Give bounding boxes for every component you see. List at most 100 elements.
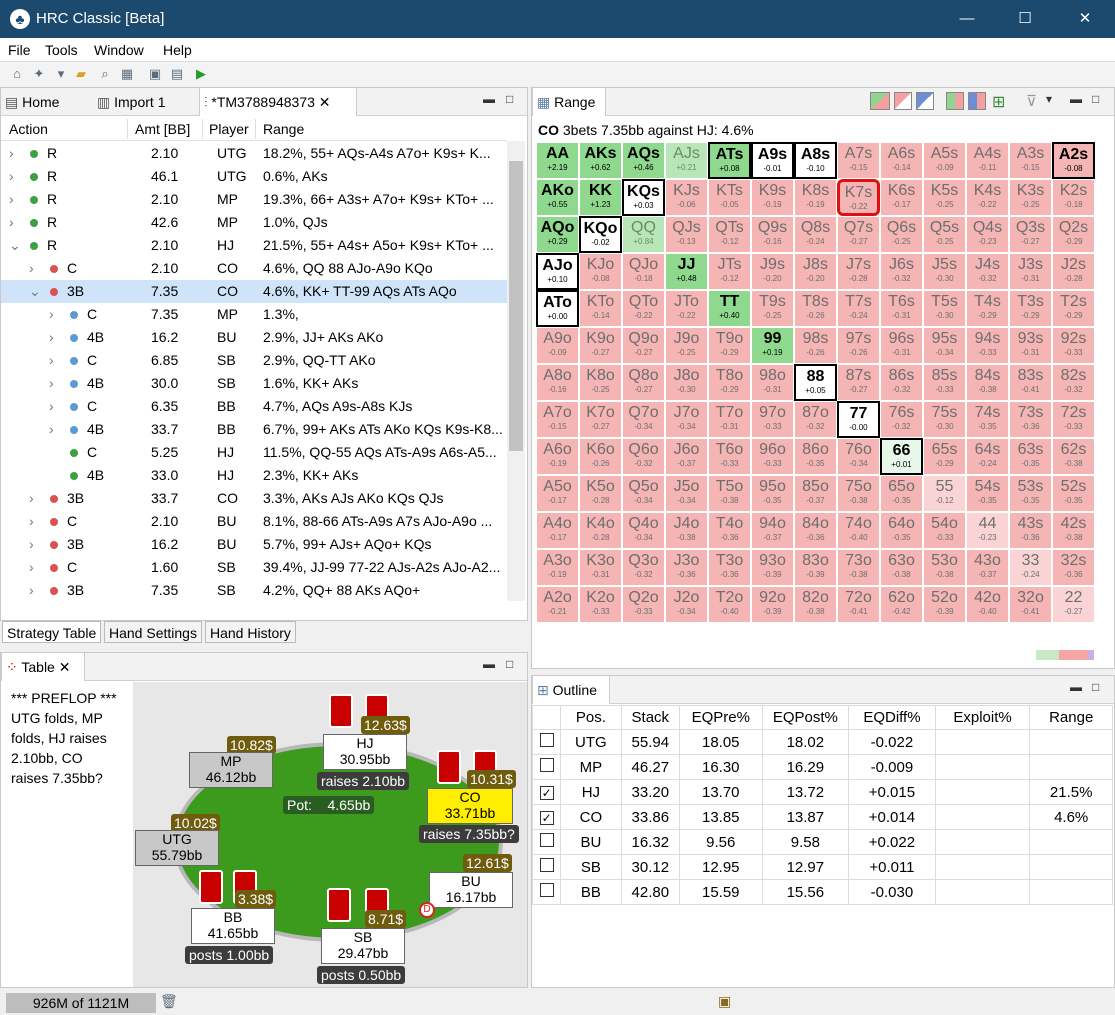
row-checkbox[interactable] — [539, 883, 554, 897]
hand-cell[interactable]: JTo -0.22 — [665, 290, 708, 327]
tree-row[interactable]: ⌄ 3B 7.35 CO 4.6%, KK+ TT-99 AQs ATs AQo — [1, 280, 507, 303]
hand-cell[interactable]: T3o -0.36 — [708, 549, 751, 586]
hand-cell[interactable]: A2o -0.21 — [536, 586, 579, 623]
checkbox-cell[interactable] — [532, 729, 562, 755]
row-checkbox[interactable]: ✓ — [539, 785, 554, 800]
row-checkbox[interactable] — [539, 858, 554, 872]
hand-cell[interactable]: AKo +0.55 — [536, 179, 579, 216]
hand-cell[interactable]: Q5s -0.25 — [923, 216, 966, 253]
close-button[interactable]: ✕ — [1070, 6, 1100, 32]
hand-cell[interactable]: T4o -0.36 — [708, 512, 751, 549]
hand-cell[interactable]: 92o -0.39 — [751, 586, 794, 623]
hand-cell[interactable]: 32o -0.41 — [1009, 586, 1052, 623]
checkbox-cell[interactable]: ✓ — [532, 804, 562, 830]
seat-sb[interactable]: SB 29.47bb — [321, 928, 405, 964]
expand-toggle-icon[interactable]: › — [29, 260, 34, 276]
tree-scrollbar[interactable] — [507, 141, 525, 601]
outline-col-header[interactable]: Pos. — [560, 705, 622, 730]
hand-cell[interactable]: 98o -0.31 — [751, 364, 794, 401]
search-icon[interactable]: ⌕ — [96, 65, 114, 83]
hand-cell[interactable]: J3o -0.36 — [665, 549, 708, 586]
hand-cell[interactable]: KK +1.23 — [579, 179, 622, 216]
col-amt[interactable]: Amt [BB] — [135, 121, 190, 137]
view-mode-4-icon[interactable] — [946, 92, 964, 110]
hand-cell[interactable]: Q9s -0.16 — [751, 216, 794, 253]
view-mode-5-icon[interactable] — [968, 92, 986, 110]
hand-cell[interactable]: Q9o -0.27 — [622, 327, 665, 364]
hand-cell[interactable]: 85o -0.37 — [794, 475, 837, 512]
hand-cell[interactable]: T3s -0.29 — [1009, 290, 1052, 327]
hand-cell[interactable]: T2o -0.40 — [708, 586, 751, 623]
hand-cell[interactable]: 98s -0.26 — [794, 327, 837, 364]
outline-row[interactable]: BB 42.80 15.59 15.56 -0.030 — [532, 879, 1113, 905]
hand-cell[interactable]: 83s -0.41 — [1009, 364, 1052, 401]
hand-cell[interactable]: K8o -0.25 — [579, 364, 622, 401]
hand-cell[interactable]: K7s -0.22 — [837, 179, 880, 216]
tree-row[interactable]: › R 2.10 MP 19.3%, 66+ A3s+ A7o+ K9s+ KTo+ .… — [1, 188, 507, 211]
hand-cell[interactable]: 95s -0.34 — [923, 327, 966, 364]
hand-cell[interactable]: A4o -0.17 — [536, 512, 579, 549]
hand-cell[interactable]: Q7s -0.27 — [837, 216, 880, 253]
hand-cell[interactable]: AKs +0.62 — [579, 142, 622, 179]
row-checkbox[interactable]: ✓ — [539, 810, 554, 825]
tree-row[interactable]: › 4B 33.7 BB 6.7%, 99+ AKs ATs AKo KQs K9s-K… — [1, 418, 507, 441]
hand-cell[interactable]: 72s -0.33 — [1052, 401, 1095, 438]
seat-utg[interactable]: UTG 55.79bb — [135, 830, 219, 866]
hand-cell[interactable]: K8s -0.19 — [794, 179, 837, 216]
hand-cell[interactable]: 96o -0.33 — [751, 438, 794, 475]
hand-cell[interactable]: A6s -0.14 — [880, 142, 923, 179]
hand-cell[interactable]: 22 -0.27 — [1052, 586, 1095, 623]
hand-cell[interactable]: T6s -0.31 — [880, 290, 923, 327]
hand-cell[interactable]: 64o -0.35 — [880, 512, 923, 549]
hand-cell[interactable]: Q6o -0.32 — [622, 438, 665, 475]
hand-cell[interactable]: T2s -0.29 — [1052, 290, 1095, 327]
tree-row[interactable]: › 4B 30.0 SB 1.6%, KK+ AKs — [1, 372, 507, 395]
hand-cell[interactable]: K2o -0.33 — [579, 586, 622, 623]
minimize-pane-icon[interactable]: ▬ — [1070, 92, 1082, 106]
seat-mp[interactable]: MP 46.12bb — [189, 752, 273, 788]
hand-cell[interactable]: T4s -0.29 — [966, 290, 1009, 327]
tab-strategy-table[interactable]: Strategy Table — [2, 621, 102, 643]
maximize-button[interactable]: ☐ — [1010, 6, 1040, 32]
hand-cell[interactable]: 52o -0.39 — [923, 586, 966, 623]
tab-outline[interactable]: ⊞ Outline — [532, 676, 610, 704]
hand-cell[interactable]: 55 -0.12 — [923, 475, 966, 512]
tab-home[interactable]: ▤ Home — [1, 88, 85, 116]
tree-row[interactable]: ⌄ R 2.10 HJ 21.5%, 55+ A4s+ A5o+ K9s+ KTo+ .… — [1, 234, 507, 257]
hand-cell[interactable]: QTo -0.22 — [622, 290, 665, 327]
hand-cell[interactable]: AA +2.19 — [536, 142, 579, 179]
tree-row[interactable]: › 3B 16.2 BU 5.7%, 99+ AJs+ AQo+ KQs — [1, 533, 507, 556]
tree-row[interactable]: › C 2.10 BU 8.1%, 88-66 ATs-A9s A7s AJo-A9o … — [1, 510, 507, 533]
hand-cell[interactable]: K5s -0.25 — [923, 179, 966, 216]
hand-cell[interactable]: Q2o -0.33 — [622, 586, 665, 623]
outline-col-header[interactable]: Range — [1029, 705, 1113, 730]
hand-cell[interactable]: 75o -0.38 — [837, 475, 880, 512]
hand-cell[interactable]: J5s -0.30 — [923, 253, 966, 290]
hand-cell[interactable]: JTs -0.12 — [708, 253, 751, 290]
hand-cell[interactable]: 66 +0.01 — [880, 438, 923, 475]
hand-cell[interactable]: 83o -0.39 — [794, 549, 837, 586]
hand-cell[interactable]: T9o -0.29 — [708, 327, 751, 364]
tree-row[interactable]: › R 42.6 MP 1.0%, QJs — [1, 211, 507, 234]
hand-cell[interactable]: J6s -0.32 — [880, 253, 923, 290]
hand-cell[interactable]: J6o -0.37 — [665, 438, 708, 475]
hand-cell[interactable]: K4o -0.28 — [579, 512, 622, 549]
hand-cell[interactable]: 44 -0.23 — [966, 512, 1009, 549]
view-mode-3-icon[interactable] — [916, 92, 934, 110]
hand-cell[interactable]: 62o -0.42 — [880, 586, 923, 623]
menu-help[interactable]: Help — [163, 42, 192, 58]
hand-cell[interactable]: J8s -0.20 — [794, 253, 837, 290]
hand-cell[interactable]: T9s -0.25 — [751, 290, 794, 327]
hand-cell[interactable]: KQo -0.02 — [579, 216, 622, 253]
expand-toggle-icon[interactable]: › — [9, 214, 14, 230]
hand-cell[interactable]: Q8o -0.27 — [622, 364, 665, 401]
menu-tools[interactable]: Tools — [45, 42, 78, 58]
hand-cell[interactable]: JJ +0.48 — [665, 253, 708, 290]
hand-cell[interactable]: 95o -0.35 — [751, 475, 794, 512]
hand-cell[interactable]: T6o -0.33 — [708, 438, 751, 475]
hand-cell[interactable]: 96s -0.31 — [880, 327, 923, 364]
minimize-pane-icon[interactable]: ▬ — [483, 92, 495, 106]
tab-range[interactable]: ▦ Range — [532, 88, 606, 116]
hand-cell[interactable]: 87o -0.32 — [794, 401, 837, 438]
checkbox-cell[interactable] — [532, 829, 562, 855]
